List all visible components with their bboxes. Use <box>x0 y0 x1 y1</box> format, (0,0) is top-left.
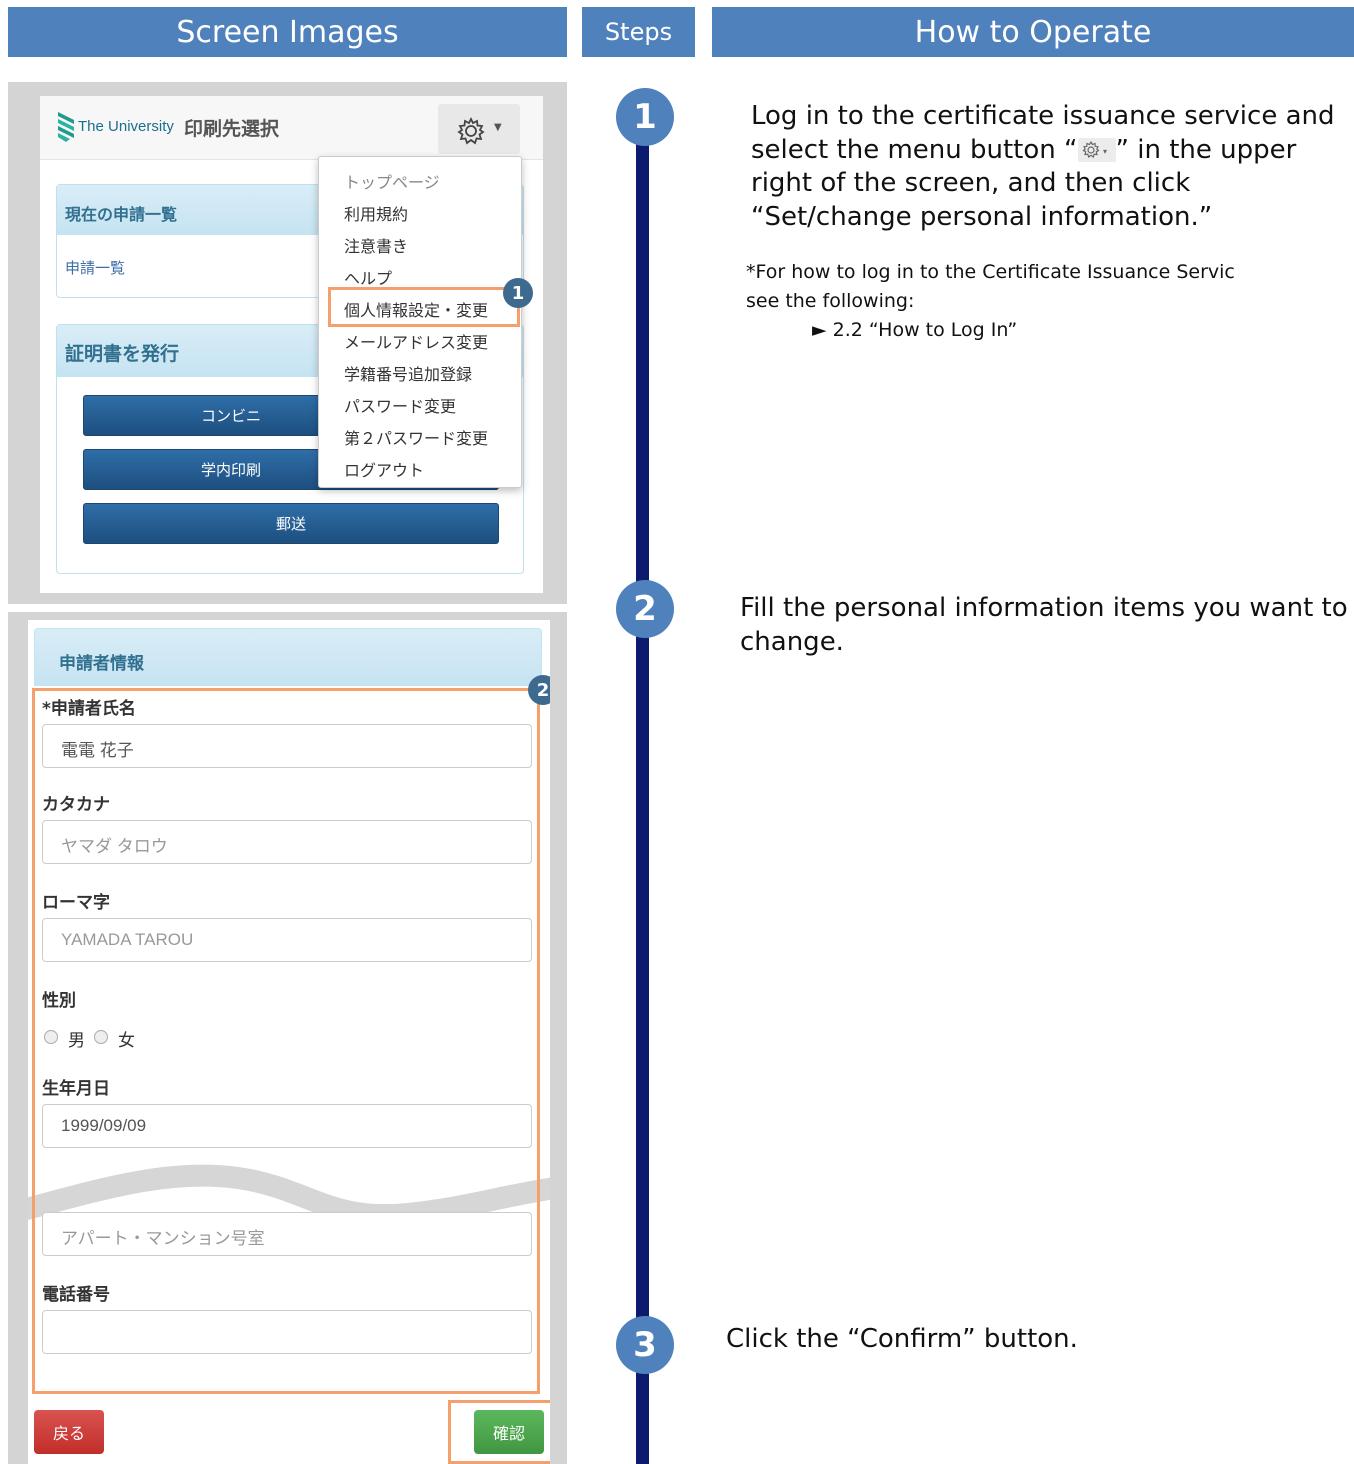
svg-text:▾: ▾ <box>1103 147 1107 156</box>
menu-item-password[interactable]: パスワード変更 <box>344 393 456 417</box>
menu-button[interactable]: ▼ <box>438 104 520 154</box>
gear-icon <box>457 116 485 145</box>
applications-list-link[interactable]: 申請一覧 <box>65 257 125 278</box>
navbar: The University 印刷先選択 ▼ <box>40 96 543 160</box>
mail-button[interactable]: 郵送 <box>83 503 499 544</box>
step-3-circle: 3 <box>616 1316 674 1374</box>
header-screen-images: Screen Images <box>8 7 567 57</box>
page-title: 印刷先選択 <box>184 118 280 140</box>
step-1-instruction: Log in to the certificate issuance servi… <box>751 100 1341 234</box>
step-1-circle: 1 <box>616 88 674 146</box>
button-label: 郵送 <box>275 515 306 533</box>
menu-item-top-page[interactable]: トップページ <box>344 169 440 193</box>
brand-name[interactable]: The University <box>78 118 174 135</box>
step-2-instruction: Fill the personal information items you … <box>740 593 1348 657</box>
note-reference-link[interactable]: ► 2.2 “How to Log In” <box>746 316 1235 345</box>
back-button[interactable]: 戻る <box>34 1410 104 1454</box>
highlight-form-fields <box>32 688 540 1394</box>
menu-item-logout[interactable]: ログアウト <box>344 457 424 481</box>
login-note: *For how to log in to the Certificate Is… <box>746 258 1235 345</box>
header-how-to-operate: How to Operate <box>712 7 1354 57</box>
menu-item-second-password[interactable]: 第２パスワード変更 <box>344 425 488 449</box>
button-label: コンビニ <box>200 407 261 425</box>
highlight-confirm <box>448 1400 550 1464</box>
callout-badge-1: 1 <box>503 278 533 308</box>
menu-item-terms[interactable]: 利用規約 <box>344 201 408 225</box>
step-3-instruction: Click the “Confirm” button. <box>726 1324 1078 1354</box>
menu-item-email-change[interactable]: メールアドレス変更 <box>344 329 488 353</box>
steps-timeline <box>636 120 649 1464</box>
step-2-circle: 2 <box>616 580 674 638</box>
menu-item-notes[interactable]: 注意書き <box>344 233 408 257</box>
menu-item-help[interactable]: ヘルプ <box>344 265 392 289</box>
applicant-info-header: 申請者情報 <box>34 628 542 686</box>
header-steps: Steps <box>582 7 695 57</box>
note-line-1: *For how to log in to the Certificate Is… <box>746 261 1235 283</box>
gear-icon: ▾ <box>1077 138 1116 162</box>
callout-badge-2: 2 <box>528 675 550 705</box>
screen-image-2: 申請者情報 *申請者氏名 電電 花子 カタカナ ヤマダ タロウ ローマ字 YAM… <box>28 620 550 1464</box>
note-line-2: see the following: <box>746 290 915 312</box>
chevron-down-icon: ▼ <box>494 122 502 133</box>
button-label: 学内印刷 <box>200 461 261 479</box>
highlight-personal-info <box>328 287 520 327</box>
university-logo-icon <box>58 112 74 142</box>
screen-image-1: The University 印刷先選択 ▼ 現在の申請一覧 申請一覧 証明書を… <box>40 96 543 593</box>
menu-item-student-id[interactable]: 学籍番号追加登録 <box>344 361 472 385</box>
